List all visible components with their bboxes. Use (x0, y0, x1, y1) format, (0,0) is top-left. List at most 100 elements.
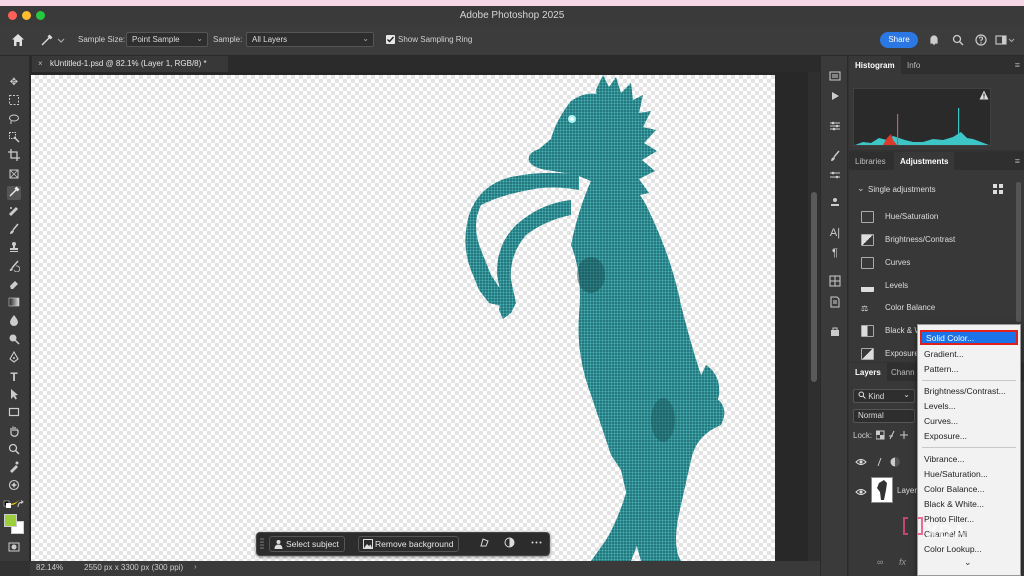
adjustment-black-white[interactable]: Black & W (861, 324, 922, 340)
notes-icon[interactable] (828, 296, 842, 310)
brush-settings-icon[interactable] (828, 169, 842, 183)
pen-tool-icon[interactable] (7, 350, 21, 365)
tab-layers[interactable]: Layers (849, 363, 887, 381)
adjustment-exposure[interactable]: Exposure (861, 347, 919, 363)
eyedropper-tool-preset-icon[interactable] (40, 33, 66, 47)
grid-view-icon[interactable] (993, 184, 1003, 194)
adjustment-hue-saturation[interactable]: Hue/Saturation (861, 210, 938, 226)
document-tab[interactable]: × kUntitled-1.psd @ 82.1% (Layer 1, RGB/… (32, 56, 228, 72)
adjustment-levels[interactable]: Levels (861, 279, 908, 295)
spot-healing-brush-icon[interactable] (7, 205, 21, 219)
remove-background-button[interactable]: Remove background (358, 536, 460, 552)
menu-item-hue-saturation[interactable]: Hue/Saturation... (924, 469, 988, 479)
menu-item-gradient[interactable]: Gradient... (924, 349, 964, 359)
help-icon[interactable] (975, 34, 987, 46)
rectangle-tool-icon[interactable] (7, 406, 21, 420)
history-brush-icon[interactable] (7, 260, 21, 274)
clone-source-icon[interactable] (828, 197, 842, 211)
tab-histogram[interactable]: Histogram (849, 56, 901, 74)
mask-icon[interactable] (504, 537, 515, 551)
layer-filter-kind-select[interactable]: Kind ⌄ (853, 389, 915, 403)
clone-stamp-icon[interactable] (7, 241, 21, 255)
edit-toolbar-icon[interactable] (7, 461, 21, 475)
eraser-tool-icon[interactable] (7, 278, 21, 292)
glyphs-icon[interactable] (828, 275, 842, 289)
tab-adjustments[interactable]: Adjustments (894, 152, 955, 170)
canvas-vertical-scrollbar[interactable] (808, 72, 820, 561)
blur-tool-icon[interactable] (7, 314, 21, 328)
visibility-eye-icon[interactable] (855, 458, 867, 466)
show-sampling-ring-checkbox[interactable] (386, 35, 395, 44)
eyedropper-tool-icon[interactable] (7, 186, 21, 200)
quick-mask-icon[interactable] (7, 541, 21, 555)
panel-menu-icon[interactable]: ≡ (1015, 60, 1020, 70)
menu-item-color-lookup[interactable]: Color Lookup... (924, 544, 982, 554)
visibility-eye-icon[interactable] (855, 488, 867, 496)
lock-options-icons[interactable] (876, 430, 916, 440)
move-tool-icon[interactable]: ✥ (7, 76, 21, 90)
marquee-tool-icon[interactable] (7, 94, 21, 108)
adjustment-brightness-contrast[interactable]: Brightness/Contrast (861, 233, 955, 249)
type-tool-icon[interactable]: T (7, 370, 21, 384)
blend-mode-select[interactable]: Normal (853, 409, 915, 423)
workspace-switcher-icon[interactable] (995, 34, 1017, 46)
sample-size-select[interactable]: Point Sample ⌄ (126, 32, 208, 47)
menu-item-exposure[interactable]: Exposure... (924, 431, 967, 441)
bell-icon[interactable] (928, 34, 940, 46)
transform-icon[interactable] (479, 537, 490, 551)
drag-handle-icon[interactable] (260, 538, 264, 551)
menu-item-black-white[interactable]: Black & White... (924, 499, 984, 509)
brushes-icon[interactable] (828, 150, 842, 164)
menu-item-vibrance[interactable]: Vibrance... (924, 454, 964, 464)
menu-item-levels[interactable]: Levels... (924, 401, 956, 411)
chevron-down-icon[interactable]: ⌄ (857, 183, 865, 194)
menu-scroll-down-icon[interactable]: ⌄ (964, 557, 972, 568)
link-layers-icon[interactable]: ∞ (877, 557, 883, 567)
menu-item-color-balance[interactable]: Color Balance... (924, 484, 984, 494)
history-icon[interactable] (828, 70, 842, 84)
fx-icon[interactable]: fx (899, 557, 906, 567)
close-tab-icon[interactable]: × (38, 59, 43, 68)
menu-item-solid-color[interactable]: Solid Color... (920, 330, 1018, 345)
generative-fill-icon[interactable] (7, 479, 21, 493)
home-icon[interactable] (10, 32, 26, 48)
adjustment-color-balance[interactable]: ⚖ Color Balance (861, 301, 935, 317)
properties-icon[interactable] (828, 120, 842, 134)
chevron-right-icon[interactable]: › (194, 562, 197, 571)
actions-play-icon[interactable] (828, 90, 842, 104)
dodge-tool-icon[interactable] (7, 333, 21, 347)
tab-channels[interactable]: Chann (885, 363, 921, 381)
more-options-icon[interactable] (531, 537, 542, 551)
panel-menu-icon[interactable]: ≡ (1015, 156, 1020, 166)
menu-item-brightness-contrast[interactable]: Brightness/Contrast... (924, 386, 1006, 396)
search-icon[interactable] (952, 34, 964, 46)
zoom-level[interactable]: 82.14% (36, 563, 63, 572)
character-icon[interactable]: A| (828, 226, 842, 240)
select-subject-button[interactable]: Select subject (269, 536, 345, 552)
brush-tool-icon[interactable] (7, 223, 21, 237)
crop-tool-icon[interactable] (7, 149, 21, 163)
layer-thumbnail[interactable] (871, 477, 893, 503)
tab-libraries[interactable]: Libraries (849, 152, 892, 170)
menu-item-pattern[interactable]: Pattern... (924, 364, 959, 374)
tab-info[interactable]: Info (901, 56, 926, 74)
share-button[interactable]: Share (880, 32, 918, 48)
document-canvas[interactable] (31, 75, 775, 561)
layer-name[interactable]: Layer (897, 486, 917, 495)
lasso-tool-icon[interactable] (7, 113, 21, 127)
paragraph-icon[interactable]: ¶ (828, 246, 842, 260)
gradient-tool-icon[interactable] (7, 296, 21, 310)
sample-select[interactable]: All Layers ⌄ (246, 32, 374, 47)
object-selection-tool-icon[interactable] (7, 131, 21, 145)
foreground-color-swatch[interactable] (4, 514, 17, 527)
path-selection-tool-icon[interactable] (7, 388, 21, 402)
panel-scrollbar[interactable] (1016, 182, 1021, 322)
menu-item-curves[interactable]: Curves... (924, 416, 958, 426)
tool-presets-icon[interactable] (828, 326, 842, 340)
zoom-tool-icon[interactable] (7, 443, 21, 457)
frame-tool-icon[interactable] (7, 168, 21, 182)
adjustment-curves[interactable]: Curves (861, 256, 910, 272)
hand-tool-icon[interactable] (7, 425, 21, 439)
scrollbar-thumb[interactable] (811, 192, 817, 382)
warning-icon[interactable] (979, 90, 989, 100)
